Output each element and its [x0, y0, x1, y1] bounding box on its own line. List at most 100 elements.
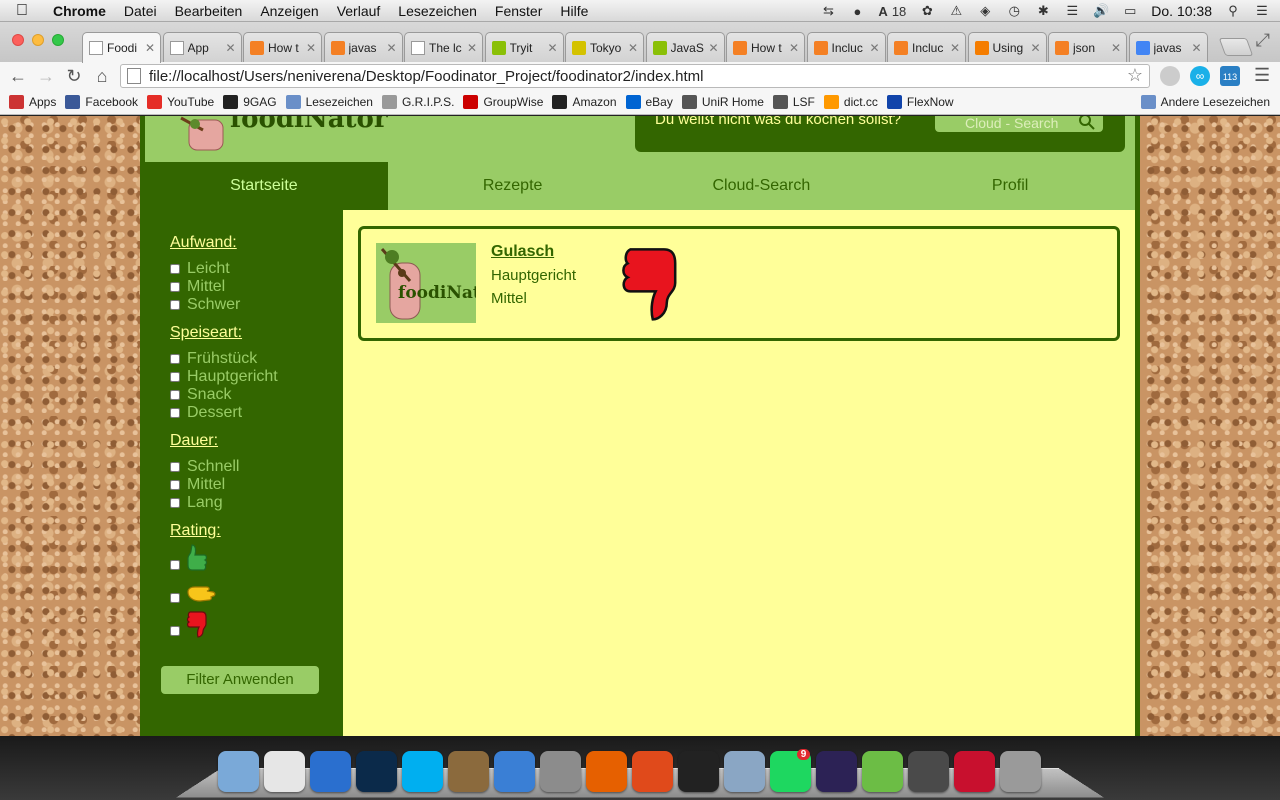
dock-app-icon[interactable]: Word: [310, 751, 351, 792]
clock[interactable]: Do. 10:38: [1151, 3, 1212, 19]
tab-close-icon[interactable]: ✕: [1190, 41, 1204, 55]
nav-cloud-search[interactable]: Cloud-Search: [637, 162, 887, 210]
bookmark-item[interactable]: Lesezeichen: [285, 95, 373, 109]
bookmark-item[interactable]: G.R.I.P.S.: [381, 95, 454, 109]
filter-option-fruehstueck[interactable]: Frühstück: [170, 350, 343, 368]
new-tab-button[interactable]: [1218, 38, 1254, 56]
browser-tab[interactable]: Tokyo ✕: [565, 32, 644, 62]
browser-tab[interactable]: How t ✕: [726, 32, 805, 62]
dock-app-icon[interactable]: Chrome: [264, 751, 305, 792]
spotlight-search-icon[interactable]: ⚲: [1225, 3, 1241, 19]
tab-close-icon[interactable]: ✕: [868, 41, 882, 55]
adobe-updater-icon[interactable]: A 18: [878, 3, 906, 19]
bookmark-star-icon[interactable]: ☆: [1127, 65, 1143, 86]
browser-tab[interactable]: javas ✕: [323, 32, 403, 62]
checkbox[interactable]: [170, 264, 180, 274]
recipe-card[interactable]: foodiNator Gulasch Hauptgericht Mittel: [358, 226, 1120, 341]
menu-app-chrome[interactable]: Chrome: [44, 0, 115, 22]
time-machine-icon[interactable]: ◷: [1006, 3, 1022, 19]
browser-tab[interactable]: JavaS ✕: [645, 32, 725, 62]
filter-option-schwer[interactable]: Schwer: [170, 296, 343, 314]
forward-arrow-icon[interactable]: →: [32, 66, 60, 87]
checkbox[interactable]: [170, 462, 180, 472]
bookmark-item[interactable]: LSF: [772, 95, 815, 109]
browser-tab[interactable]: javas ✕: [1128, 32, 1208, 62]
dock-app-icon[interactable]: Trash: [1000, 751, 1041, 792]
tab-close-icon[interactable]: ✕: [948, 41, 962, 55]
tab-close-icon[interactable]: ✕: [787, 41, 801, 55]
bookmark-item[interactable]: YouTube: [147, 95, 214, 109]
browser-tab[interactable]: Tryit ✕: [484, 32, 564, 62]
extension-blue-icon[interactable]: 113: [1220, 66, 1240, 86]
checkbox[interactable]: [170, 282, 180, 292]
minimize-window-button[interactable]: [32, 34, 44, 46]
tab-close-icon[interactable]: ✕: [626, 41, 640, 55]
fullscreen-icon[interactable]: ⤢: [1256, 30, 1270, 51]
search-icon[interactable]: [1079, 116, 1095, 130]
filter-option-rating-up[interactable]: [170, 540, 343, 573]
checkbox[interactable]: [170, 498, 180, 508]
apple-menu-icon[interactable]: : [0, 2, 44, 20]
filter-option-schnell[interactable]: Schnell: [170, 458, 343, 476]
checkbox[interactable]: [170, 408, 180, 418]
dock-app-icon[interactable]: iTunes: [494, 751, 535, 792]
nav-profil[interactable]: Profil: [886, 162, 1135, 210]
bookmark-item[interactable]: GroupWise: [463, 95, 543, 109]
apply-filter-button[interactable]: Filter Anwenden: [161, 666, 319, 694]
bluetooth-icon[interactable]: ✱: [1035, 3, 1051, 19]
close-window-button[interactable]: [12, 34, 24, 46]
browser-tab[interactable]: json ✕: [1048, 32, 1127, 62]
checkbox[interactable]: [170, 480, 180, 490]
display-warning-icon[interactable]: ⚠: [948, 3, 964, 19]
recipe-title-link[interactable]: Gulasch: [491, 243, 554, 261]
checkbox[interactable]: [170, 593, 180, 603]
menu-fenster[interactable]: Fenster: [486, 0, 551, 22]
notification-center-icon[interactable]: ☰: [1254, 3, 1270, 19]
checkbox[interactable]: [170, 560, 180, 570]
dock-app-icon[interactable]: Spotify9: [770, 749, 811, 792]
browser-tab[interactable]: How t ✕: [243, 32, 322, 62]
bookmark-item[interactable]: dict.cc: [823, 95, 878, 109]
tab-close-icon[interactable]: ✕: [224, 41, 238, 55]
menu-datei[interactable]: Datei: [115, 0, 166, 22]
dock-app-icon[interactable]: iPhoto: [448, 751, 489, 792]
extension-share-icon[interactable]: ∞: [1190, 66, 1210, 86]
teamviewer-icon[interactable]: ⇆: [820, 3, 836, 19]
paw-icon[interactable]: ✿: [919, 3, 935, 19]
dock-app-icon[interactable]: Firefox: [586, 751, 627, 792]
wifi-icon[interactable]: ☰: [1064, 3, 1080, 19]
nav-rezepte[interactable]: Rezepte: [388, 162, 638, 210]
dock-app-icon[interactable]: Mail: [724, 751, 765, 792]
bookmark-item[interactable]: Apps: [9, 95, 56, 109]
tab-close-icon[interactable]: ✕: [1109, 41, 1123, 55]
filter-option-mittel-dauer[interactable]: Mittel: [170, 476, 343, 494]
filter-option-rating-neutral[interactable]: [170, 573, 343, 606]
back-arrow-icon[interactable]: ←: [4, 66, 32, 87]
filter-option-rating-down[interactable]: [170, 606, 343, 639]
nav-startseite[interactable]: Startseite: [140, 162, 389, 210]
checkbox[interactable]: [170, 372, 180, 382]
filter-option-hauptgericht[interactable]: Hauptgericht: [170, 368, 343, 386]
tab-close-icon[interactable]: ✕: [1029, 41, 1043, 55]
bookmark-item[interactable]: eBay: [625, 95, 673, 109]
extension-gray-icon[interactable]: [1160, 66, 1180, 86]
address-bar[interactable]: file://localhost/Users/neniverena/Deskto…: [120, 64, 1150, 88]
menu-hilfe[interactable]: Hilfe: [551, 0, 597, 22]
filter-option-snack[interactable]: Snack: [170, 386, 343, 404]
menu-lesezeichen[interactable]: Lesezeichen: [389, 0, 486, 22]
page-viewport[interactable]: foodiNator Du weißt nicht was du kochen …: [0, 116, 1280, 736]
battery-icon[interactable]: ▭: [1122, 3, 1138, 19]
tab-close-icon[interactable]: ✕: [707, 41, 721, 55]
dock-app-icon[interactable]: Terminal: [678, 751, 719, 792]
dock-app-icon[interactable]: System Preferences: [540, 751, 581, 792]
zoom-window-button[interactable]: [52, 34, 64, 46]
checkbox[interactable]: [170, 354, 180, 364]
home-icon[interactable]: ⌂: [88, 66, 116, 87]
filter-option-leicht[interactable]: Leicht: [170, 260, 343, 278]
browser-tab[interactable]: Incluc ✕: [887, 32, 966, 62]
bookmark-item[interactable]: UniR Home: [681, 95, 764, 109]
tab-close-icon[interactable]: ✕: [465, 41, 479, 55]
dock-app-icon[interactable]: Brackets: [862, 751, 903, 792]
dock-app-icon[interactable]: Office: [632, 751, 673, 792]
dock-app-icon[interactable]: Skype: [402, 751, 443, 792]
